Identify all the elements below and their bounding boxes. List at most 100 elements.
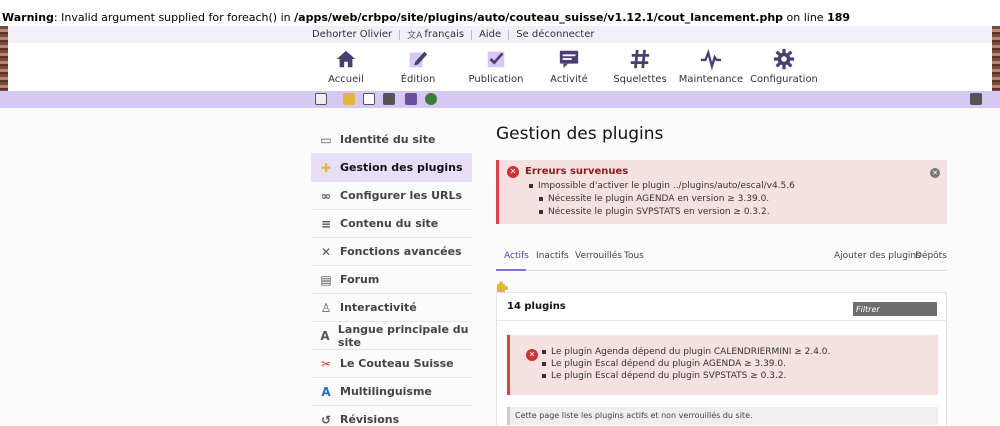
menu-item-label: Contenu du site — [340, 217, 439, 230]
separator — [508, 29, 510, 40]
menu-item-identite[interactable]: ▭ Identité du site — [311, 126, 472, 154]
user-name-link[interactable]: Dehorter Olivier — [312, 29, 392, 40]
nav-label: Configuration — [750, 74, 818, 85]
menu-item-contenu[interactable]: ≡ Contenu du site — [311, 210, 472, 238]
puzzle-icon: ✚ — [320, 160, 332, 175]
new-article-icon[interactable] — [363, 93, 375, 105]
user-bar: Dehorter Olivier 文A français Aide Se déc… — [8, 26, 992, 43]
info-message: Cette page liste les plugins actifs et n… — [507, 407, 938, 425]
separator — [399, 29, 401, 40]
plugins-count: 14 plugins — [507, 301, 566, 312]
nav-label: Squelettes — [613, 74, 667, 85]
page-title: Gestion des plugins — [496, 124, 664, 144]
plugin-tabs: Actifs Inactifs Verrouillés Tous Ajouter… — [496, 245, 947, 271]
multilang-icon: A — [321, 384, 331, 399]
language-icon: 文A — [407, 31, 423, 41]
tab-ajouter-plugins[interactable]: Ajouter des plugins — [834, 251, 921, 261]
error-alert: ✕ ✕ Erreurs survenues Impossible d'activ… — [496, 160, 947, 224]
menu-item-label: Gestion des plugins — [340, 161, 463, 174]
error-message: Impossible d'activer le plugin ../plugin… — [525, 180, 937, 193]
help-link[interactable]: Aide — [479, 29, 501, 40]
nav-accueil[interactable]: Accueil — [306, 48, 386, 85]
menu-item-label: Langue principale du site — [337, 322, 469, 349]
pulse-icon — [699, 48, 723, 71]
error-detail: Nécessite le plugin AGENDA en version ≥ … — [525, 193, 937, 206]
menu-item-revisions[interactable]: ↺ Révisions — [311, 406, 472, 426]
sitemap-icon[interactable] — [315, 93, 327, 105]
config-menu: ▭ Identité du site ✚ Gestion des plugins ∞… — [311, 126, 472, 426]
tools-icon: ✕ — [320, 244, 332, 259]
error-detail: Nécessite le plugin SVPSTATS en version … — [525, 206, 937, 219]
language-link[interactable]: français — [424, 29, 464, 40]
warning-on-line: on line — [783, 11, 828, 24]
menu-item-label: Identité du site — [340, 133, 436, 146]
forum-icon: ▤ — [320, 272, 332, 287]
dependency-error: Le plugin Escal dépend du plugin AGENDA … — [542, 358, 938, 370]
tab-actifs[interactable]: Actifs — [504, 251, 529, 261]
warning-line: 189 — [827, 11, 851, 24]
new-folder-icon[interactable] — [343, 93, 355, 105]
home-icon — [334, 48, 358, 70]
menu-item-label: Fonctions avancées — [340, 245, 462, 258]
nav-activite[interactable]: Activité — [529, 48, 609, 85]
menu-item-couteau-suisse[interactable]: ✂ Le Couteau Suisse — [311, 350, 472, 378]
menu-item-interactivite[interactable]: ♙ Interactivité — [311, 294, 472, 322]
edit-icon — [406, 48, 430, 70]
menu-item-label: Configurer les URLs — [340, 189, 463, 202]
dependency-error: Le plugin Escal dépend du plugin SVPSTAT… — [542, 370, 938, 382]
language-icon: A — [320, 328, 330, 343]
nav-maintenance[interactable]: Maintenance — [671, 48, 751, 85]
nav-squelettes[interactable]: Squelettes — [600, 48, 680, 85]
tab-depots[interactable]: Dépôts — [915, 251, 947, 261]
menu-item-label: Interactivité — [340, 301, 417, 314]
nav-label: Édition — [400, 74, 436, 85]
dependency-errors: ✕ Le plugin Agenda dépend du plugin CALE… — [507, 335, 938, 395]
new-media-icon[interactable] — [405, 93, 417, 105]
plugins-panel: 14 plugins ✕ Le plugin Agenda dépend du … — [496, 292, 947, 426]
nav-label: Activité — [550, 74, 588, 85]
main-content: Gestion des plugins ✕ ✕ Erreurs survenue… — [496, 124, 947, 426]
error-icon: ✕ — [526, 349, 538, 361]
active-tab-indicator — [496, 269, 526, 271]
menu-item-label: Révisions — [340, 413, 400, 426]
tab-inactifs[interactable]: Inactifs — [536, 251, 569, 261]
menu-item-langue[interactable]: A Langue principale du site — [311, 322, 472, 350]
menu-item-label: Le Couteau Suisse — [340, 357, 454, 370]
dependency-error: Le plugin Agenda dépend du plugin CALEND… — [542, 346, 938, 358]
nav-label: Publication — [468, 74, 524, 85]
check-icon — [484, 48, 508, 70]
separator — [471, 29, 473, 40]
tab-verrouilles[interactable]: Verrouillés — [575, 251, 622, 261]
menu-item-multilinguisme[interactable]: A Multilinguisme — [311, 378, 472, 406]
warning-label: Warning — [2, 11, 54, 24]
warning-path: /apps/web/crbpo/site/plugins/auto/coutea… — [294, 11, 784, 24]
close-icon[interactable]: ✕ — [930, 168, 940, 178]
nav-publication[interactable]: Publication — [456, 48, 536, 85]
nav-label: Accueil — [328, 74, 364, 85]
menu-item-fonctions[interactable]: ✕ Fonctions avancées — [311, 238, 472, 266]
menu-item-urls[interactable]: ∞ Configurer les URLs — [311, 182, 472, 210]
content-list-icon: ≡ — [320, 216, 332, 231]
logout-link[interactable]: Se déconnecter — [516, 29, 594, 40]
user-gear-icon: ♙ — [320, 300, 332, 315]
menu-item-plugins[interactable]: ✚ Gestion des plugins — [311, 154, 472, 182]
hash-icon — [628, 48, 652, 70]
panel-header: 14 plugins — [497, 293, 946, 321]
link-icon: ∞ — [321, 188, 331, 203]
menu-item-forum[interactable]: ▤ Forum — [311, 266, 472, 294]
filter-input[interactable] — [853, 302, 937, 316]
globe-icon[interactable] — [425, 93, 437, 105]
new-user-icon[interactable] — [383, 93, 395, 105]
tab-tous[interactable]: Tous — [624, 251, 644, 261]
error-icon: ✕ — [507, 166, 519, 178]
nav-label: Maintenance — [678, 74, 744, 85]
nav-edition[interactable]: Édition — [378, 48, 458, 85]
php-warning: Warning: Invalid argument supplied for f… — [0, 0, 1000, 26]
nav-configuration[interactable]: Configuration — [744, 48, 824, 85]
gear-icon — [772, 48, 796, 70]
knife-icon: ✂ — [320, 356, 332, 371]
chat-icon — [557, 48, 581, 70]
history-icon: ↺ — [320, 412, 332, 426]
main-navigation: Accueil Édition Publication Activité Squ… — [8, 43, 992, 91]
messages-icon[interactable] — [970, 93, 982, 105]
